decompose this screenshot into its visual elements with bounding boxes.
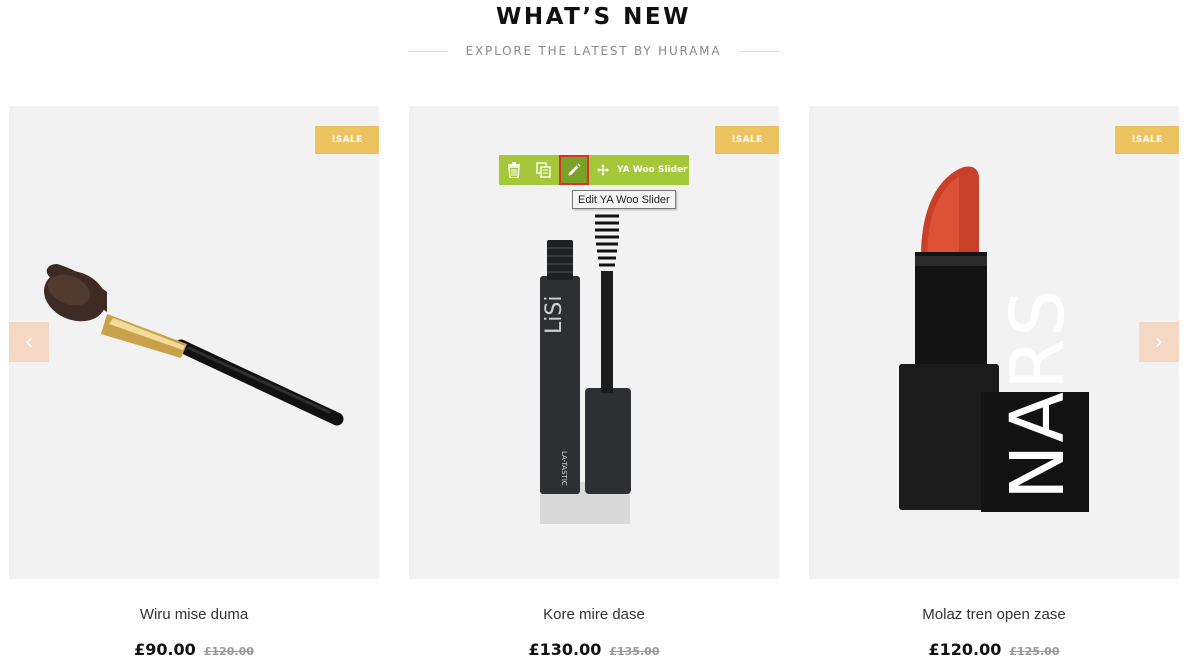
- section-subtitle-row: EXPLORE THE LATEST BY HURAMA: [408, 43, 780, 59]
- carousel-next-button[interactable]: ›: [1139, 322, 1179, 362]
- pencil-icon: [568, 163, 581, 176]
- divider-right: [739, 50, 780, 52]
- old-price: £135.00: [609, 645, 660, 658]
- carousel-prev-button[interactable]: ‹: [9, 322, 49, 362]
- old-price: £120.00: [203, 645, 254, 658]
- move-icon: [597, 164, 609, 176]
- product-name[interactable]: Molaz tren open zase: [809, 606, 1179, 623]
- duplicate-widget-button[interactable]: [529, 155, 559, 185]
- sale-badge: !SALE: [315, 126, 379, 154]
- current-price: £90.00: [134, 640, 196, 659]
- delete-widget-button[interactable]: [499, 155, 529, 185]
- divider-left: [408, 50, 448, 52]
- sale-badge: !SALE: [715, 126, 779, 154]
- product-name[interactable]: Wiru mise duma: [9, 606, 379, 623]
- section-subtitle: EXPLORE THE LATEST BY HURAMA: [465, 44, 722, 58]
- sale-badge: !SALE: [1115, 126, 1179, 154]
- svg-text:LiSi: LiSi: [542, 296, 567, 334]
- current-price: £120.00: [928, 640, 1002, 659]
- product-price: £130.00 £135.00: [409, 640, 779, 660]
- old-price: £125.00: [1009, 645, 1060, 658]
- section-title: WHAT’S NEW: [496, 4, 691, 30]
- product-card-brush[interactable]: !SALE: [9, 106, 379, 579]
- makeup-brush-image[interactable]: [9, 106, 379, 579]
- trash-icon: [508, 162, 520, 178]
- edit-tooltip: Edit YA Woo Slider: [572, 190, 676, 209]
- svg-text:NARS: NARS: [995, 288, 1081, 500]
- lipstick-image[interactable]: NARS: [809, 106, 1179, 579]
- widget-edit-toolbar: YA Woo Slider: [499, 155, 689, 185]
- current-price: £130.00: [528, 640, 602, 659]
- widget-label: YA Woo Slider: [617, 165, 688, 175]
- move-widget-handle[interactable]: YA Woo Slider: [589, 164, 688, 176]
- product-card-lipstick[interactable]: NARS !SALE: [809, 106, 1179, 579]
- product-name[interactable]: Kore mire dase: [409, 606, 779, 623]
- product-price: £90.00 £120.00: [9, 640, 379, 660]
- duplicate-icon: [536, 162, 551, 178]
- svg-text:LA-TASTIC: LA-TASTIC: [560, 451, 568, 486]
- product-price: £120.00 £125.00: [809, 640, 1179, 660]
- edit-widget-button[interactable]: [559, 155, 589, 185]
